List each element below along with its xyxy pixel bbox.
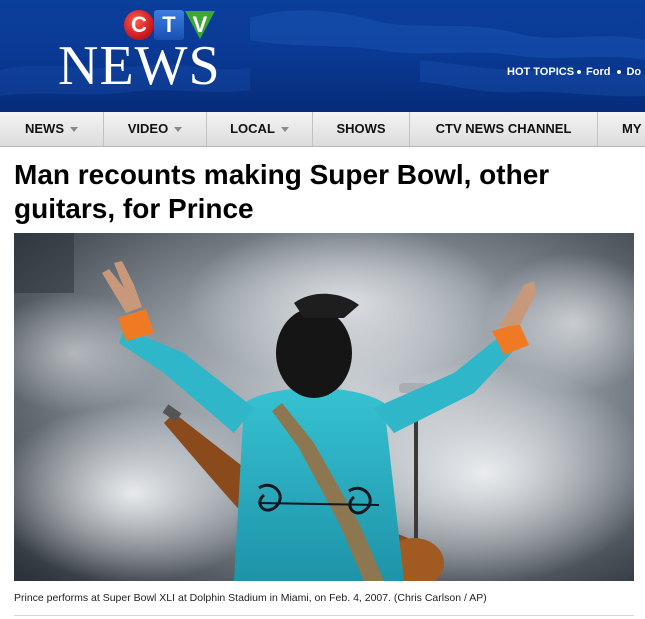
prince-performance-illustration [14, 233, 634, 581]
hot-topic-link[interactable]: Ford [586, 66, 610, 78]
article-photo[interactable] [14, 233, 634, 581]
nav-item-label: NEWS [25, 121, 64, 136]
chevron-down-icon [70, 127, 78, 133]
hot-topics-label: HOT TOPICS [507, 66, 575, 78]
logo-news-word: NEWS [58, 35, 221, 97]
nav-item-shows[interactable]: SHOWS [313, 112, 410, 146]
nav-item-label: CTV NEWS CHANNEL [435, 121, 572, 136]
hot-topic-link[interactable]: Do [626, 66, 641, 78]
separator-dot [577, 69, 582, 74]
logo-letter-v: V [192, 12, 208, 37]
separator-dot [617, 69, 622, 74]
photo-caption: Prince performs at Super Bowl XLI at Dol… [14, 592, 487, 604]
nav-item-local[interactable]: LOCAL [207, 112, 313, 146]
chevron-down-icon [174, 127, 183, 133]
nav-item-label: MY [622, 121, 642, 136]
main-navigation: NEWS VIDEO LOCAL SHOWS CTV NEWS CHANNEL … [0, 112, 645, 147]
article-headline: Man recounts making Super Bowl, other gu… [14, 159, 550, 224]
ctv-news-logo[interactable]: C T V NEWS [58, 8, 221, 97]
nav-item-label: VIDEO [127, 121, 169, 136]
chevron-down-icon [280, 127, 289, 133]
divider [14, 615, 634, 616]
nav-item-label: LOCAL [230, 121, 275, 136]
nav-item-label: SHOWS [336, 121, 386, 136]
site-header: C T V NEWS HOT TOPICS Ford Do [0, 0, 645, 112]
nav-item-ctv-news-channel[interactable]: CTV NEWS CHANNEL [410, 112, 598, 146]
nav-item-video[interactable]: VIDEO [104, 112, 207, 146]
nav-item-news[interactable]: NEWS [0, 112, 104, 146]
nav-item-my[interactable]: MY [598, 112, 645, 146]
hot-topics-bar: HOT TOPICS Ford Do [507, 66, 641, 78]
